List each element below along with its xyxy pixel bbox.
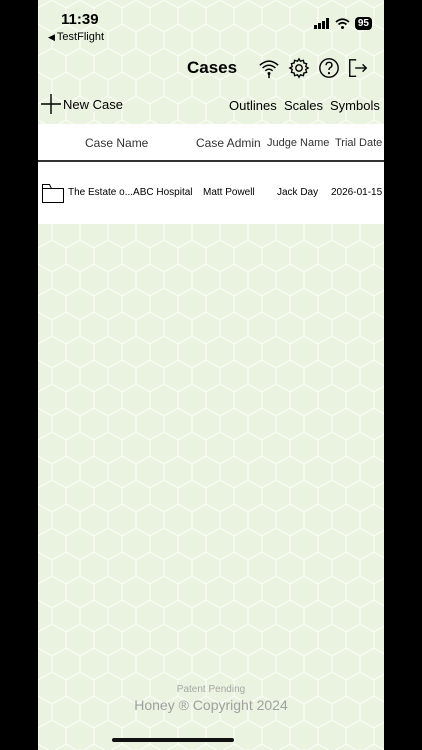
wifi-broadcast-icon[interactable] [258, 57, 280, 79]
signal-bars-icon [313, 18, 329, 29]
back-label: TestFlight [56, 31, 104, 43]
cell-judge-name: Jack Day [277, 187, 319, 198]
scales-button[interactable]: Scales [284, 98, 323, 113]
table-header: Case Name Case Admin Judge Name Trial Da… [38, 124, 384, 162]
help-icon[interactable] [318, 57, 340, 79]
nav-bar: Cases [38, 50, 384, 86]
new-case-button[interactable]: New Case [41, 94, 123, 114]
home-indicator[interactable] [112, 738, 234, 742]
table-row[interactable]: The Estate o...ABC Hospital Matt Powell … [38, 162, 384, 224]
toolbar: New Case Outlines Scales Symbols [38, 94, 384, 118]
column-header-case-admin[interactable]: Case Admin [196, 136, 261, 150]
app-screen: 11:39 ◀ TestFlight 95 Cases New Case Out… [38, 0, 384, 750]
folder-icon [42, 184, 64, 203]
column-header-trial-date[interactable]: Trial Date [335, 137, 382, 149]
plus-icon [41, 94, 61, 114]
patent-notice: Patent Pending [176, 684, 246, 695]
new-case-label: New Case [63, 96, 123, 112]
outlines-button[interactable]: Outlines [229, 98, 277, 113]
back-arrow-icon: ◀ [48, 32, 55, 42]
gear-icon[interactable] [288, 57, 310, 79]
cell-case-name: The Estate o...ABC Hospital [68, 187, 193, 198]
back-to-testflight[interactable]: ◀ TestFlight [48, 31, 104, 43]
cell-case-admin: Matt Powell [203, 187, 255, 198]
wifi-icon [335, 18, 350, 29]
status-bar: 11:39 ◀ TestFlight 95 [38, 0, 384, 44]
column-header-judge-name[interactable]: Judge Name [267, 137, 329, 149]
battery-icon: 95 [354, 17, 372, 30]
symbols-button[interactable]: Symbols [330, 98, 380, 113]
status-icons: 95 [313, 17, 372, 30]
logout-icon[interactable] [347, 57, 369, 79]
page-title: Cases [187, 58, 238, 77]
copyright-notice: Honey ® Copyright 2024 [134, 697, 288, 713]
cell-trial-date: 2026-01-15 [331, 187, 383, 198]
status-time: 11:39 [61, 11, 99, 28]
column-header-case-name[interactable]: Case Name [85, 136, 148, 150]
